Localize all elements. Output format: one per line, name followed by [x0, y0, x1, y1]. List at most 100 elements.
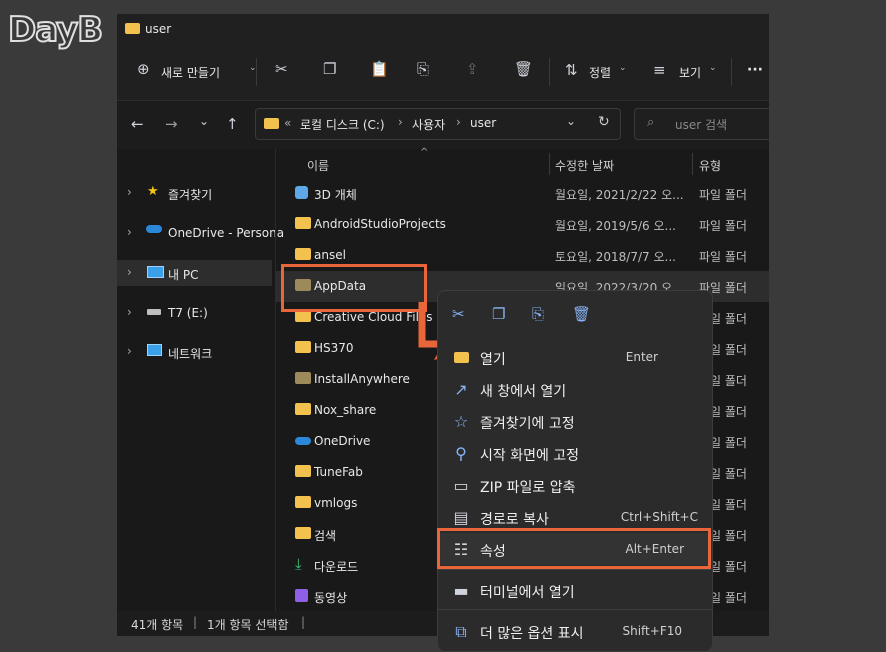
menu-item-open-new-window[interactable]: ↗ 새 창에서 열기 — [438, 373, 712, 405]
menu-item-open[interactable]: 열기 Enter — [438, 341, 712, 373]
divider — [731, 58, 732, 86]
delete-icon[interactable]: 🗑 — [514, 60, 533, 78]
sidebar-item-onedrive[interactable]: › OneDrive - Persona — [117, 220, 284, 246]
selected-count: 1개 항목 선택함 — [207, 618, 289, 632]
folder-icon — [295, 248, 311, 260]
search-input[interactable]: user 검색 — [675, 116, 727, 133]
copy-icon[interactable]: ❐ — [323, 60, 336, 78]
menu-item-label: ZIP 파일로 압축 — [480, 480, 576, 496]
rename-icon[interactable]: ⎘ — [417, 60, 429, 78]
address-dropdown-icon[interactable]: ⌄ — [566, 114, 576, 128]
search-box[interactable]: ⌕ user 검색 — [634, 108, 769, 140]
folder-icon — [264, 118, 279, 129]
expand-chevron-icon[interactable]: › — [127, 305, 132, 319]
sidebar-item-label: 네트워크 — [168, 347, 213, 361]
menu-item-terminal[interactable]: ▬ 터미널에서 열기 — [438, 574, 712, 606]
file-row[interactable]: 3D 개체 월요일, 2021/2/22 오... 파일 폴더 — [275, 178, 769, 209]
sidebar-item-label: OneDrive - Persona — [168, 226, 285, 240]
view-button[interactable]: ≡ 보기 ⌄ — [653, 58, 719, 86]
column-divider — [692, 153, 693, 175]
menu-item-pin-start[interactable]: ⚲ 시작 화면에 고정 — [438, 437, 712, 469]
menu-item-zip[interactable]: ▭ ZIP 파일로 압축 — [438, 469, 712, 501]
expand-chevron-icon[interactable]: › — [127, 185, 132, 199]
file-type: 파일 폴더 — [699, 219, 747, 233]
divider — [256, 58, 257, 86]
cut-icon[interactable]: ✂ — [452, 305, 465, 323]
context-menu: ✂ ❐ ⎘ 🗑 열기 Enter ↗ 새 창에서 열기 ☆ 즐겨찾기에 고정 ⚲… — [437, 290, 713, 652]
file-row[interactable]: AndroidStudioProjects 월요일, 2019/5/6 오...… — [275, 209, 769, 240]
expand-chevron-icon[interactable]: › — [127, 344, 132, 358]
command-bar: ⊕ 새로 만들기 ⌄ ✂ ❐ 📋 ⎘ ⇪ 🗑 ⇅ 정렬 ⌄ ≡ 보기 ⌄ ··· — [117, 44, 769, 101]
3d-objects-icon — [295, 186, 308, 199]
address-prefix: « — [284, 116, 292, 130]
sidebar-item-this-pc[interactable]: › 내 PC — [117, 260, 272, 286]
more-options-icon: ⧉ — [455, 622, 467, 641]
title-bar: user — [117, 14, 769, 44]
column-header-modified[interactable]: 수정한 날짜 — [555, 157, 614, 174]
menu-item-more-options[interactable]: ⧉ 더 많은 옵션 표시 Shift+F10 — [438, 615, 712, 647]
file-name: TuneFab — [314, 465, 363, 479]
expand-chevron-icon[interactable]: › — [127, 225, 132, 239]
drive-icon — [147, 309, 161, 315]
rename-icon[interactable]: ⎘ — [532, 305, 544, 323]
pin-icon: ⚲ — [455, 444, 467, 463]
divider — [549, 58, 550, 86]
sidebar-item-favorites[interactable]: › ★ 즐겨찾기 — [117, 180, 275, 206]
file-name: 다운로드 — [314, 560, 359, 574]
menu-item-label: 경로로 복사 — [480, 512, 549, 528]
sort-icon: ⇅ — [565, 61, 578, 79]
file-name: 검색 — [314, 529, 337, 543]
address-bar[interactable]: « 로컬 디스크 (C:) › 사용자 › user ⌄ ↻ — [255, 108, 621, 140]
chevron-down-icon: ⌄ — [709, 63, 717, 73]
network-icon — [147, 344, 162, 356]
sidebar-item-network[interactable]: › 네트워크 — [117, 339, 275, 365]
breadcrumb-drive[interactable]: 로컬 디스크 (C:) — [300, 116, 385, 133]
column-divider — [549, 153, 550, 175]
menu-item-label: 더 많은 옵션 표시 — [480, 626, 584, 642]
sidebar-item-label: 즐겨찾기 — [168, 188, 213, 202]
expand-chevron-icon[interactable]: › — [127, 265, 132, 279]
share-icon[interactable]: ⇪ — [466, 60, 479, 78]
breadcrumb-user[interactable]: user — [470, 116, 496, 130]
file-name: HS370 — [314, 341, 354, 355]
menu-item-pin-favorites[interactable]: ☆ 즐겨찾기에 고정 — [438, 405, 712, 437]
up-arrow-icon[interactable]: ↑ — [226, 115, 239, 133]
video-icon — [295, 589, 308, 602]
column-header-name[interactable]: 이름 — [307, 157, 329, 174]
forward-arrow-icon[interactable]: → — [165, 115, 178, 133]
file-date: 월요일, 2021/2/22 오... — [555, 188, 684, 202]
file-name: AndroidStudioProjects — [314, 217, 446, 231]
folder-icon — [295, 217, 311, 229]
copy-icon[interactable]: ❐ — [492, 305, 505, 323]
properties-highlight-box — [437, 528, 711, 569]
delete-icon[interactable]: 🗑 — [572, 305, 591, 323]
file-name: InstallAnywhere — [314, 372, 410, 386]
new-button[interactable]: ⊕ 새로 만들기 ⌄ — [135, 58, 257, 86]
breadcrumb-users[interactable]: 사용자 — [412, 116, 445, 133]
chevron-down-icon: ⌄ — [619, 63, 627, 73]
file-type: 파일 폴더 — [699, 188, 747, 202]
folder-icon — [125, 23, 140, 34]
recent-chevron-icon[interactable]: ⌄ — [199, 114, 209, 128]
appdata-highlight-box — [281, 264, 427, 312]
more-button[interactable]: ··· — [747, 62, 763, 78]
back-arrow-icon[interactable]: ← — [131, 115, 144, 133]
sort-button[interactable]: ⇅ 정렬 ⌄ — [565, 58, 629, 86]
pc-icon — [147, 266, 164, 278]
paste-icon[interactable]: 📋 — [370, 60, 389, 78]
refresh-icon[interactable]: ↻ — [598, 114, 610, 130]
cut-icon[interactable]: ✂ — [275, 60, 288, 78]
status-divider: | — [301, 615, 306, 629]
cloud-icon — [146, 225, 162, 233]
download-icon: ⤓ — [295, 555, 302, 573]
star-icon: ☆ — [453, 412, 469, 431]
external-window-icon: ↗ — [454, 380, 468, 399]
plus-circle-icon: ⊕ — [137, 60, 150, 78]
column-header-type[interactable]: 유형 — [699, 157, 721, 174]
breadcrumb-separator: › — [398, 115, 403, 129]
window-title: user — [145, 22, 172, 36]
item-count: 41개 항목 — [131, 618, 184, 632]
sidebar-item-t7-drive[interactable]: › T7 (E:) — [117, 300, 275, 326]
navigation-bar: ← → ⌄ ↑ « 로컬 디스크 (C:) › 사용자 › user ⌄ ↻ ⌕… — [117, 101, 769, 149]
star-icon: ★ — [147, 184, 159, 199]
